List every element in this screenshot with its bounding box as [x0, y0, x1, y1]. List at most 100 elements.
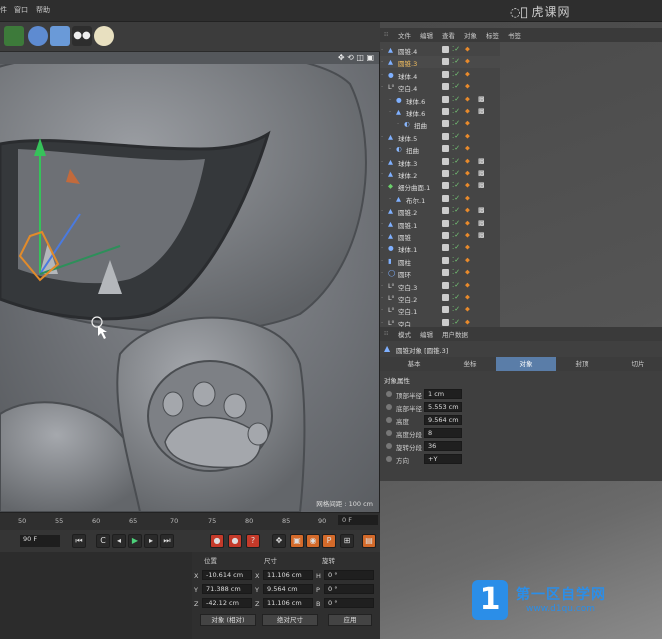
rot-b-field[interactable]: 0 ° — [324, 598, 374, 608]
light-icon[interactable] — [94, 26, 114, 46]
om-menu-object[interactable]: 对象 — [464, 30, 477, 40]
phong-tag-icon[interactable]: ⬥ — [465, 293, 470, 302]
layer-icon[interactable] — [442, 182, 449, 190]
visibility-check-icon[interactable]: ⁚✓ — [452, 181, 460, 189]
visibility-check-icon[interactable]: ⁚✓ — [452, 144, 460, 152]
phong-tag-icon[interactable]: ⬥ — [465, 107, 470, 116]
object-row[interactable]: · ▲ 圆锥.2 ⁚✓ ⬥ ▩ — [380, 205, 500, 217]
visibility-check-icon[interactable]: ⁚✓ — [452, 256, 460, 264]
phong-tag-icon[interactable]: ⬥ — [465, 144, 470, 153]
phong-tag-icon[interactable]: ⬥ — [465, 281, 470, 290]
layer-icon[interactable] — [442, 95, 449, 103]
material-manager[interactable] — [0, 552, 192, 639]
size-y-field[interactable]: 9.564 cm — [263, 584, 313, 594]
visibility-check-icon[interactable]: ⁚✓ — [452, 157, 460, 165]
visibility-check-icon[interactable]: ⁚✓ — [452, 119, 460, 127]
visibility-check-icon[interactable]: ⁚✓ — [452, 268, 460, 276]
field-value[interactable]: +Y — [424, 454, 462, 464]
visibility-check-icon[interactable]: ⁚✓ — [452, 194, 460, 202]
phong-tag-icon[interactable]: ⬥ — [465, 57, 470, 66]
attribute-tab[interactable]: 基本 — [384, 357, 444, 371]
checker-tag-icon[interactable]: ▩ — [478, 181, 485, 189]
object-row[interactable]: · ▲ 球体.6 ⁚✓ ⬥ ▩ — [380, 106, 500, 118]
visibility-check-icon[interactable]: ⁚✓ — [452, 219, 460, 227]
object-row[interactable]: · L⁰ 空白.3 ⁚✓ ⬥ — [380, 280, 500, 292]
size-mode-dropdown[interactable]: 绝对尺寸 — [262, 614, 318, 626]
pla-key-button[interactable]: ⊞ — [340, 534, 354, 548]
object-row[interactable]: · ▲ 圆锥.4 ⁚✓ ⬥ — [380, 44, 500, 56]
pos-x-field[interactable]: -10.614 cm — [202, 570, 252, 580]
layer-icon[interactable] — [442, 269, 449, 277]
animate-dot-icon[interactable] — [386, 430, 392, 436]
pos-z-field[interactable]: -42.12 cm — [202, 598, 252, 608]
layer-icon[interactable] — [442, 232, 449, 239]
field-value[interactable]: 8 — [424, 428, 462, 438]
layer-icon[interactable] — [442, 318, 449, 326]
field-value[interactable]: 36 — [424, 441, 462, 451]
3d-viewport[interactable]: ✥ ⟲ ◫ ▣ 网格间距: 100 cm — [0, 52, 380, 512]
phong-tag-icon[interactable]: ⬥ — [465, 268, 470, 277]
attribute-tab[interactable]: 坐标 — [440, 357, 500, 371]
om-menu-edit[interactable]: 编辑 — [420, 30, 433, 40]
visibility-check-icon[interactable]: ⁚✓ — [452, 132, 460, 140]
phong-tag-icon[interactable]: ⬥ — [465, 119, 470, 128]
menu-window[interactable]: 窗口 — [14, 5, 28, 15]
object-row[interactable]: · ● 球体.4 ⁚✓ ⬥ — [380, 69, 500, 81]
phong-tag-icon[interactable]: ⬥ — [465, 243, 470, 252]
layer-icon[interactable] — [442, 194, 449, 202]
phong-tag-icon[interactable]: ⬥ — [465, 318, 470, 327]
floor-icon[interactable] — [50, 26, 70, 46]
checker-tag-icon[interactable]: ▩ — [478, 219, 485, 227]
field-value[interactable]: 5.553 cm — [424, 402, 462, 412]
menu-help[interactable]: 帮助 — [36, 5, 50, 15]
animate-dot-icon[interactable] — [386, 456, 392, 462]
object-row[interactable]: · L⁰ 空白 ⁚✓ ⬥ — [380, 317, 500, 327]
am-menu-edit[interactable]: 编辑 — [420, 329, 433, 339]
visibility-check-icon[interactable]: ⁚✓ — [452, 231, 460, 239]
panel-grip-icon[interactable]: ⁝⁝ — [384, 329, 388, 337]
om-menu-tags[interactable]: 标签 — [486, 30, 499, 40]
layer-icon[interactable] — [442, 170, 449, 177]
phong-tag-icon[interactable]: ⬥ — [465, 256, 470, 265]
visibility-check-icon[interactable]: ⁚✓ — [452, 82, 460, 90]
layer-icon[interactable] — [442, 58, 449, 66]
param-key-button[interactable]: P — [322, 534, 336, 548]
apply-button[interactable]: 应用 — [328, 614, 372, 626]
camera-icon[interactable]: ●● — [72, 26, 92, 46]
timeline-ruler[interactable]: 50 55 60 65 70 75 80 85 90 0 F — [0, 512, 380, 530]
rot-p-field[interactable]: 0 ° — [324, 584, 374, 594]
timeline-layout-button[interactable]: ▤ — [362, 534, 376, 548]
visibility-check-icon[interactable]: ⁚✓ — [452, 293, 460, 301]
animate-dot-icon[interactable] — [386, 443, 392, 449]
phong-tag-icon[interactable]: ⬥ — [465, 305, 470, 314]
layer-icon[interactable] — [442, 46, 449, 53]
am-menu-userdata[interactable]: 用户数据 — [442, 329, 468, 339]
visibility-check-icon[interactable]: ⁚✓ — [452, 281, 460, 289]
layer-icon[interactable] — [442, 244, 449, 252]
object-row[interactable]: · ▲ 球体.5 ⁚✓ ⬥ — [380, 131, 500, 143]
go-to-end-button[interactable]: ⏭ — [160, 534, 174, 548]
attribute-tab[interactable]: 切片 — [608, 357, 662, 371]
record-button[interactable]: ● — [210, 534, 224, 548]
attribute-tab[interactable]: 封顶 — [552, 357, 612, 371]
phong-tag-icon[interactable]: ⬥ — [465, 219, 470, 228]
visibility-check-icon[interactable]: ⁚✓ — [452, 57, 460, 65]
layer-icon[interactable] — [442, 207, 449, 215]
prev-key-button[interactable]: C — [96, 534, 110, 548]
rotate-key-button[interactable]: ◉ — [306, 534, 320, 548]
checker-tag-icon[interactable]: ▩ — [478, 157, 485, 165]
om-menu-view[interactable]: 查看 — [442, 30, 455, 40]
animate-dot-icon[interactable] — [386, 404, 392, 410]
visibility-check-icon[interactable]: ⁚✓ — [452, 305, 460, 313]
object-row[interactable]: · ● 球体.6 ⁚✓ ⬥ ▩ — [380, 94, 500, 106]
animate-dot-icon[interactable] — [386, 391, 392, 397]
phong-tag-icon[interactable]: ⬥ — [465, 194, 470, 203]
phong-tag-icon[interactable]: ⬥ — [465, 231, 470, 240]
layer-icon[interactable] — [442, 108, 449, 115]
phong-tag-icon[interactable]: ⬥ — [465, 45, 470, 54]
size-x-field[interactable]: 11.106 cm — [263, 570, 313, 580]
phong-tag-icon[interactable]: ⬥ — [465, 169, 470, 178]
visibility-check-icon[interactable]: ⁚✓ — [452, 318, 460, 326]
layer-icon[interactable] — [442, 219, 449, 227]
panel-grip-icon[interactable]: ⁝⁝ — [384, 30, 388, 38]
